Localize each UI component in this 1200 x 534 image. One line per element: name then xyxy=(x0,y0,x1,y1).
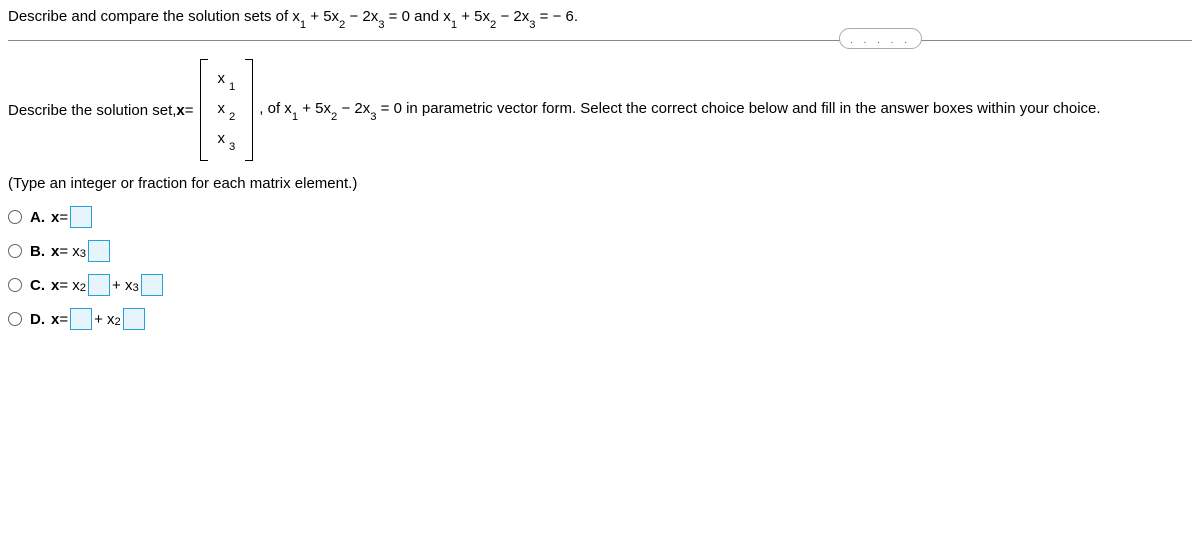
choice-c[interactable]: C. x = x2 + x3 xyxy=(8,274,1192,296)
choice-a[interactable]: A. x = xyxy=(8,206,1192,228)
header-text: Describe and compare the solution sets o… xyxy=(8,8,578,25)
answer-box-a[interactable] xyxy=(70,206,92,228)
choice-d[interactable]: D. x = + x2 xyxy=(8,308,1192,330)
answer-box-c2[interactable] xyxy=(141,274,163,296)
describe-row: Describe the solution set, x = x1 x2 x3 … xyxy=(8,59,1192,161)
radio-c[interactable] xyxy=(8,278,22,292)
radio-a[interactable] xyxy=(8,210,22,224)
choice-b[interactable]: B. x = x3 xyxy=(8,240,1192,262)
answer-box-d1[interactable] xyxy=(70,308,92,330)
column-matrix: x1 x2 x3 xyxy=(200,59,254,161)
radio-b[interactable] xyxy=(8,244,22,258)
question-body: Describe the solution set, x = x1 x2 x3 … xyxy=(8,41,1192,330)
choices-group: A. x = B. x = x3 C. x = x2 + x3 xyxy=(8,206,1192,330)
problem-header: Describe and compare the solution sets o… xyxy=(8,8,1192,41)
answer-box-c1[interactable] xyxy=(88,274,110,296)
answer-box-d2[interactable] xyxy=(123,308,145,330)
instruction-text: (Type an integer or fraction for each ma… xyxy=(8,175,1192,192)
answer-box-b[interactable] xyxy=(88,240,110,262)
radio-d[interactable] xyxy=(8,312,22,326)
dots-indicator[interactable]: . . . . . xyxy=(839,28,922,49)
